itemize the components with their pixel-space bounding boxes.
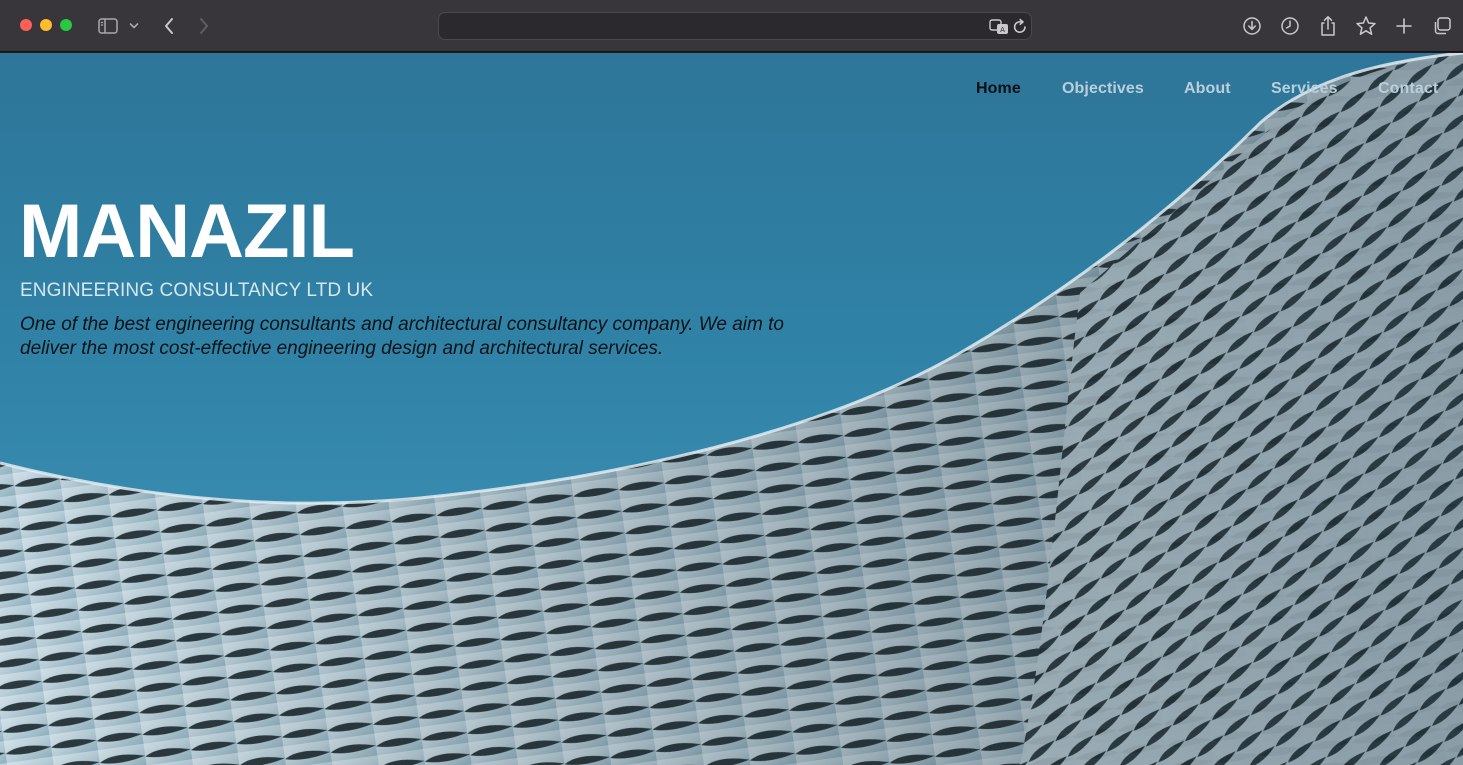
new-tab-icon[interactable] <box>1392 14 1416 38</box>
forward-icon[interactable] <box>192 14 216 38</box>
nav-services[interactable]: Services <box>1271 80 1338 98</box>
bookmark-star-icon[interactable] <box>1354 14 1378 38</box>
hero-section: Home Objectives About Services Contact M… <box>0 53 1463 765</box>
address-bar[interactable]: A <box>438 12 1032 40</box>
brand-tagline: ENGINEERING CONSULTANCY LTD UK <box>20 280 374 301</box>
nav-objectives[interactable]: Objectives <box>1062 80 1144 98</box>
close-window-button[interactable] <box>20 19 32 31</box>
reload-icon[interactable] <box>1012 18 1030 36</box>
translate-icon[interactable]: A <box>989 18 1008 36</box>
back-icon[interactable] <box>157 14 181 38</box>
nav-home[interactable]: Home <box>976 80 1021 98</box>
browser-toolbar: A <box>0 0 1463 52</box>
history-icon[interactable] <box>1278 14 1302 38</box>
minimize-window-button[interactable] <box>40 19 52 31</box>
nav-contact[interactable]: Contact <box>1378 80 1438 98</box>
main-nav: Home Objectives About Services Contact <box>0 80 1463 100</box>
nav-about[interactable]: About <box>1184 80 1231 98</box>
share-icon[interactable] <box>1316 14 1340 38</box>
facade-background-image <box>0 53 1463 765</box>
download-icon[interactable] <box>1240 14 1264 38</box>
hero-description: One of the best engineering consultants … <box>20 314 784 359</box>
svg-text:A: A <box>1000 26 1005 34</box>
brand-title: MANAZIL <box>19 189 355 274</box>
zoom-window-button[interactable] <box>60 19 72 31</box>
sidebar-icon[interactable] <box>96 14 120 38</box>
tab-overview-icon[interactable] <box>1430 14 1454 38</box>
chevron-down-icon[interactable] <box>123 14 145 38</box>
